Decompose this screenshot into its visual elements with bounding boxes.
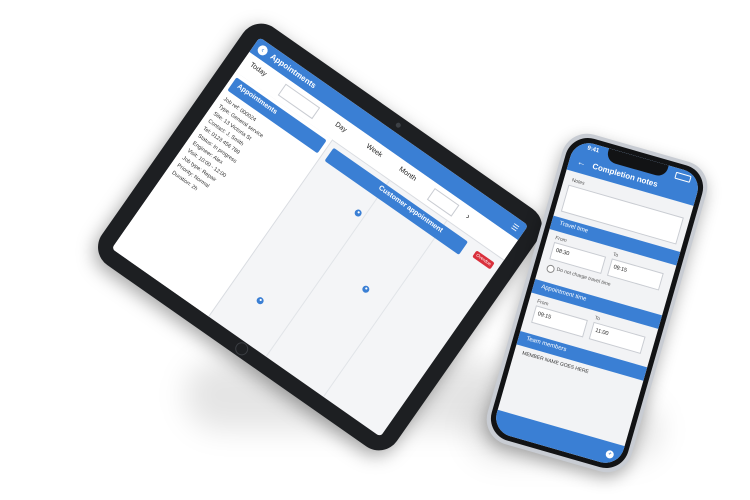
appointment-time-heading: Appointment time xyxy=(540,284,587,303)
appointment-to-value: 11:00 xyxy=(594,327,609,338)
battery-icon xyxy=(674,171,692,183)
team-members-heading: Team members xyxy=(525,336,567,354)
overdue-badge: Overdue xyxy=(472,250,495,270)
appointment-to-field[interactable]: 11:00 xyxy=(588,321,646,355)
travel-to-value: 09:15 xyxy=(612,264,628,274)
travel-time-heading: Travel time xyxy=(558,220,589,235)
product-mockup-scene: ‹ Appointments ☰ Today Day Week Month › … xyxy=(0,0,750,500)
grid-divider xyxy=(265,179,391,358)
appointment-pin-icon[interactable]: ● xyxy=(360,284,371,295)
week-view-tab[interactable]: Week xyxy=(365,143,384,159)
appointment-pin-icon[interactable]: ● xyxy=(255,295,266,306)
month-view-tab[interactable]: Month xyxy=(398,166,418,183)
add-icon[interactable]: + xyxy=(604,449,615,460)
tablet-camera xyxy=(394,121,402,129)
back-icon[interactable]: ‹ xyxy=(255,43,270,58)
phone-device: 9:41 ← Completion notes Notes Travel tim… xyxy=(480,127,714,479)
appointment-from-field[interactable]: 09:15 xyxy=(531,305,588,338)
no-charge-label: Do not charge travel time xyxy=(555,266,612,288)
no-charge-checkbox[interactable] xyxy=(545,263,556,274)
status-time: 9:41 xyxy=(586,145,600,155)
back-arrow-icon[interactable]: ← xyxy=(576,156,587,168)
travel-to-field[interactable]: 09:15 xyxy=(606,258,664,291)
appointment-from-value: 09:15 xyxy=(536,311,552,321)
day-view-tab[interactable]: Day xyxy=(334,121,348,134)
today-button[interactable]: Today xyxy=(248,62,267,78)
next-arrow-icon[interactable]: › xyxy=(464,211,472,221)
appointment-pin-icon[interactable]: ● xyxy=(353,208,364,218)
menu-icon[interactable]: ☰ xyxy=(510,222,521,233)
travel-from-value: 08:30 xyxy=(555,247,570,258)
